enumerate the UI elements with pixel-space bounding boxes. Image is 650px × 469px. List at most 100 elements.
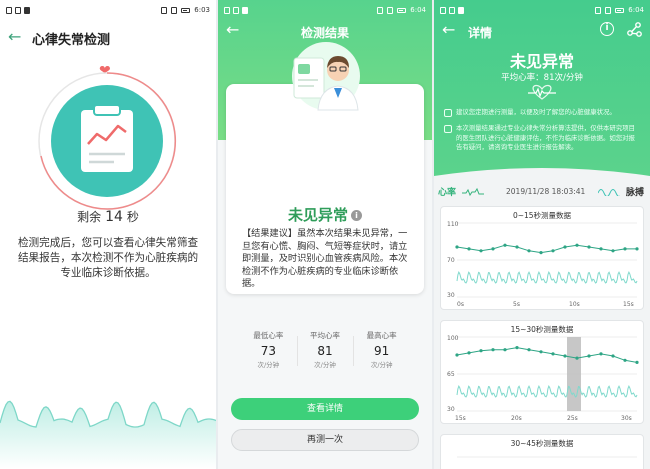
share-icon[interactable] <box>626 21 642 37</box>
tab-pulse[interactable]: 脉搏 <box>626 185 644 198</box>
x-tick: 20s <box>511 415 522 422</box>
view-details-button[interactable]: 查看详情 <box>231 398 419 420</box>
report-sheet <box>293 57 325 99</box>
vibrate-icon <box>595 6 602 14</box>
status-bar: 6:04 <box>218 0 432 22</box>
app-icon <box>24 7 30 14</box>
x-tick: 25s <box>567 415 578 422</box>
heart-rate-point <box>611 249 615 253</box>
measurement-tip: 建议您定期进行测量，以便及时了解您的心脏健康状况。 <box>444 108 640 118</box>
screen-test-result: 6:04 ← 检测结果 未见异常 i 【结果建议】虽然本次结果未见异常，一旦您有心… <box>218 0 432 469</box>
heart-rate-point <box>503 243 507 247</box>
y-tick-mid: 65 <box>447 371 455 378</box>
heart-rate-point <box>551 249 555 253</box>
battery-icon <box>181 7 191 13</box>
signal-icon <box>605 6 612 14</box>
heart-rate-point <box>515 346 519 350</box>
measurement-tip-text: 建议您定期进行测量，以便及时了解您的心脏健康状况。 <box>456 108 616 116</box>
heart-rate-point <box>635 360 639 364</box>
notification-icons <box>224 7 248 14</box>
result-status: 未见异常 <box>509 52 574 71</box>
x-tick: 30s <box>621 415 632 422</box>
x-tick: 5s <box>513 301 520 308</box>
test-description: 检测完成后，您可以查看心律失常筛查结果报告，本次检测不作为心脏疾病的专业临床诊断… <box>17 237 199 279</box>
heart-rate-point <box>623 247 627 251</box>
status-bar: 6:03 <box>0 0 216 22</box>
disclaimer-text: 本次测量结果通过专业心律失常分析算法提供，仅供本研究项目的医生团队进行心脏健康评… <box>456 124 635 151</box>
details-body: 心率 2019/11/28 18:03:41 脉搏 0~15秒测量数据 110 … <box>434 176 650 469</box>
x-tick: 15s <box>623 301 634 308</box>
result-card: 未见异常 i 【结果建议】虽然本次结果未见异常，一旦您有心慌、胸闷、气短等症状时，… <box>226 84 424 369</box>
stat-max-heart-rate: 最高心率 91 次/分钟 <box>353 330 410 370</box>
info-icon[interactable]: i <box>351 210 362 221</box>
x-tick: 0s <box>457 301 464 308</box>
heart-rate-point <box>467 247 471 251</box>
result-status: 未见异常 i <box>226 204 424 225</box>
result-advice: 【结果建议】虽然本次结果未见异常，一旦您有心慌、胸闷、气短等症状时，请立即测量，… <box>242 228 408 289</box>
system-icons: 6:04 <box>377 6 426 14</box>
heart-rate-point <box>623 358 627 362</box>
clock: 6:03 <box>194 6 210 14</box>
heart-rate-point <box>527 249 531 253</box>
y-tick-mid: 70 <box>447 257 455 264</box>
check-badge <box>298 64 310 74</box>
heart-rate-point <box>467 351 471 355</box>
progress-ring <box>38 72 177 210</box>
heart-rate-point <box>527 348 531 352</box>
pulse-wave-icon <box>598 189 620 196</box>
heart-rate-point <box>563 245 567 249</box>
heart-rate-point <box>575 243 579 247</box>
wifi-icon <box>233 7 239 14</box>
wifi-icon <box>15 7 21 14</box>
result-status-text: 未见异常 <box>287 206 348 224</box>
heart-rate-point <box>491 247 495 251</box>
heart-rate-point <box>575 356 579 360</box>
vibrate-icon <box>161 6 168 14</box>
heart-rate-point <box>503 348 507 352</box>
page-title: 详情 <box>468 26 493 40</box>
pulse-waveform <box>456 271 638 284</box>
y-tick-min: 30 <box>447 292 455 299</box>
avg-heart-rate-label: 平均心率： <box>501 73 544 83</box>
heart-rate-point <box>587 354 591 358</box>
heart-rate-wave-icon <box>462 187 484 197</box>
stat-label: 平均心率 <box>310 331 340 340</box>
status-bar: 6:04 <box>434 0 650 22</box>
heart-rate-point <box>515 245 519 249</box>
heart-rate-point <box>551 352 555 356</box>
heart-rate-point <box>635 247 639 251</box>
heart-rate-point <box>539 350 543 354</box>
countdown-prefix: 剩余 <box>77 210 102 224</box>
countdown-unit: 秒 <box>126 210 139 224</box>
heart-rate-point <box>479 349 483 353</box>
notification-icons <box>6 7 30 14</box>
page-title: 心律失常检测 <box>32 33 111 48</box>
heart-rate-point <box>491 348 495 352</box>
back-arrow-icon[interactable]: ← <box>8 28 21 46</box>
stat-avg-heart-rate: 平均心率 81 次/分钟 <box>296 330 354 370</box>
system-icons: 6:03 <box>161 6 210 14</box>
measurement-date: 2019/11/28 18:03:41 <box>506 187 586 196</box>
screen-details: 6:04 ← 详情 i 未见异常 平均心率：81次/分钟 建议您定期进行测量，以… <box>434 0 650 469</box>
doctor-illustration <box>292 42 360 111</box>
heart-rate-line <box>456 244 637 254</box>
y-tick-min: 30 <box>447 406 455 413</box>
clock: 6:04 <box>410 6 426 14</box>
stat-min-heart-rate: 最低心率 73 次/分钟 <box>240 330 297 370</box>
notification-icon <box>6 7 12 14</box>
info-icon[interactable]: i <box>600 22 614 36</box>
signal-icon <box>171 6 178 14</box>
chart-15-30s: 100 65 30 15s 20s 25s 30s <box>447 335 639 422</box>
notification-icons <box>440 7 464 14</box>
heart-pulse-icon <box>528 84 556 100</box>
chart-card-0-15s: 0~15秒测量数据 110 70 30 0s 5s 10s 15s <box>440 206 644 310</box>
chart-card-15-30s: 15~30秒测量数据 100 65 30 15s 20s 25s 30s <box>440 320 644 424</box>
tab-heart-rate[interactable]: 心率 <box>438 185 456 198</box>
heart-rate-point <box>611 354 615 358</box>
system-icons: 6:04 <box>595 6 644 14</box>
back-arrow-icon[interactable]: ← <box>442 20 455 39</box>
stat-unit: 次/分钟 <box>257 361 280 369</box>
x-tick: 15s <box>455 415 466 422</box>
retest-button[interactable]: 再测一次 <box>231 429 419 451</box>
notification-icon <box>224 7 230 14</box>
